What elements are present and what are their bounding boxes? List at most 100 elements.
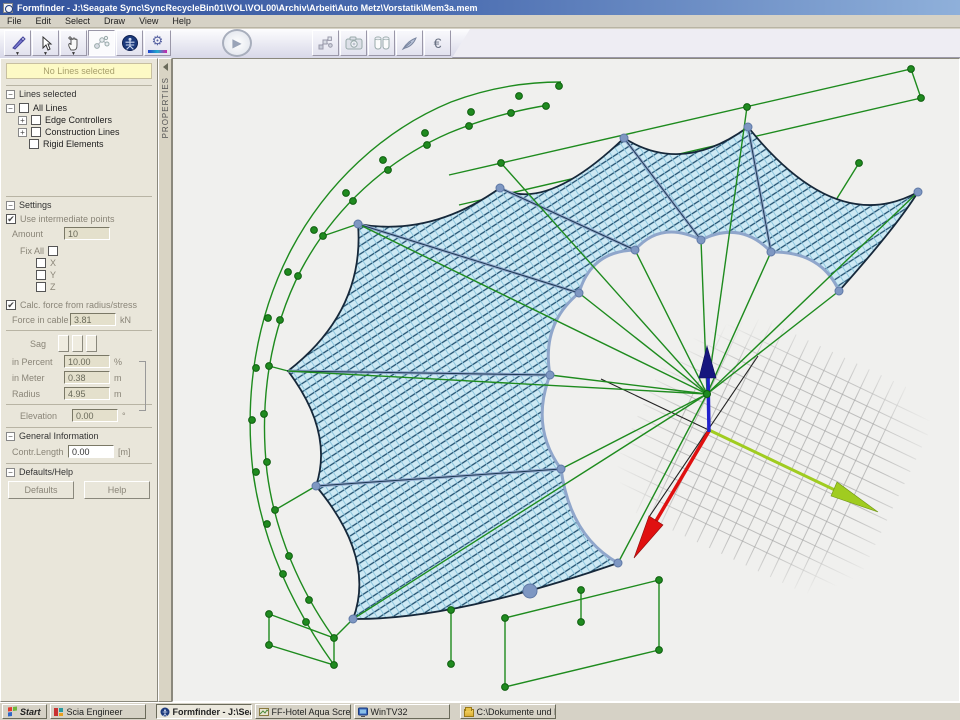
tree-item-all-lines[interactable]: All Lines: [33, 103, 67, 113]
collapse-panel-icon[interactable]: [163, 63, 168, 71]
pan-tool-button[interactable]: ▼: [60, 30, 87, 56]
node-network-button[interactable]: [312, 30, 339, 56]
help-button[interactable]: Help: [84, 481, 150, 499]
force-in-cable-label: Force in cable: [12, 315, 70, 325]
fix-y-checkbox[interactable]: [36, 270, 46, 280]
in-percent-label: in Percent: [12, 357, 64, 367]
general-information-title: General Information: [19, 431, 99, 441]
taskbar-item-ff-hotel[interactable]: FF-Hotel Aqua Screensh...: [255, 704, 351, 719]
elevation-unit: °: [122, 411, 126, 421]
formfinder-man-button[interactable]: [116, 30, 143, 56]
sag-label: Sag: [30, 339, 58, 349]
meter-unit: m: [114, 373, 122, 383]
construction-lines-checkbox[interactable]: [31, 127, 41, 137]
start-button[interactable]: Start: [2, 704, 47, 719]
nodes-icon: [317, 35, 334, 51]
windows-logo-icon: [8, 707, 17, 717]
app-icon: [3, 3, 13, 13]
all-lines-checkbox[interactable]: [19, 103, 29, 113]
in-meter-field[interactable]: [64, 371, 110, 384]
formfind-network-button[interactable]: [88, 30, 115, 56]
dropdown-arrow-icon[interactable]: ▼: [71, 52, 76, 56]
hub-node: [704, 391, 711, 398]
sag-toggle-buttons[interactable]: [58, 335, 97, 352]
menu-file[interactable]: File: [0, 15, 29, 27]
section-general-information: − General Information Contr.Length [m]: [6, 427, 152, 458]
section-settings: − Settings ✔ Use intermediate points Amo…: [6, 196, 152, 422]
x-axis-arrowhead-icon: [634, 516, 663, 558]
collapse-box-icon[interactable]: −: [6, 90, 15, 99]
calc-force-checkbox[interactable]: ✔: [6, 300, 16, 310]
menu-draw[interactable]: Draw: [97, 15, 132, 27]
tree-item-rigid-elements[interactable]: Rigid Elements: [43, 139, 104, 149]
amount-label: Amount: [12, 229, 64, 239]
defaults-button[interactable]: Defaults: [8, 481, 74, 499]
in-percent-field[interactable]: [64, 355, 110, 368]
arc-endcap-quad: [269, 614, 334, 665]
menu-select[interactable]: Select: [58, 15, 97, 27]
in-meter-label: in Meter: [12, 373, 64, 383]
menu-help[interactable]: Help: [165, 15, 198, 27]
collapse-box-icon[interactable]: −: [6, 468, 15, 477]
menu-view[interactable]: View: [132, 15, 165, 27]
folder-icon: [464, 709, 474, 717]
run-play-button[interactable]: ▶: [222, 29, 252, 57]
spools-icon: [373, 35, 391, 51]
fix-x-checkbox[interactable]: [36, 258, 46, 268]
pencil-tool-button[interactable]: ▼: [4, 30, 31, 56]
menu-edit[interactable]: Edit: [29, 15, 59, 27]
fix-z-checkbox[interactable]: [36, 282, 46, 292]
fix-all-label: Fix All: [20, 246, 44, 256]
content-area: No Lines selected − Lines selected − All…: [0, 58, 960, 702]
start-label: Start: [20, 707, 41, 717]
material-spools-button[interactable]: [368, 30, 395, 56]
section-defaults-help: − Defaults/Help Defaults Help: [6, 463, 152, 499]
elevation-field[interactable]: [72, 409, 118, 422]
membrane-panel: [748, 127, 918, 291]
use-intermediate-points-checkbox[interactable]: ✔: [6, 214, 16, 224]
euro-icon: €: [434, 35, 442, 51]
tree-item-edge-controllers[interactable]: Edge Controllers: [45, 115, 112, 125]
wintv-icon: [358, 707, 368, 717]
use-intermediate-points-label: Use intermediate points: [20, 214, 115, 224]
tree-expander-icon[interactable]: +: [18, 128, 27, 137]
fix-x-label: X: [50, 258, 56, 268]
properties-tab[interactable]: PROPERTIES: [158, 58, 172, 702]
app-window: Formfinder - J:\Seagate Sync\SyncRecycle…: [0, 0, 960, 720]
tree-item-construction-lines[interactable]: Construction Lines: [45, 127, 120, 137]
camera-icon: [345, 36, 363, 50]
force-in-cable-field[interactable]: [70, 313, 116, 326]
pen-feather-button[interactable]: [396, 30, 423, 56]
cost-euro-button[interactable]: €: [424, 30, 451, 56]
taskbar-item-scia[interactable]: Scia Engineer: [50, 704, 146, 719]
collapse-box-icon[interactable]: −: [6, 432, 15, 441]
contr-length-field[interactable]: [68, 445, 114, 458]
edge-controllers-checkbox[interactable]: [31, 115, 41, 125]
amount-field[interactable]: [64, 227, 110, 240]
tree-expander-icon[interactable]: −: [6, 104, 15, 113]
model-viewport[interactable]: [172, 58, 960, 702]
dropdown-arrow-icon[interactable]: ▼: [15, 52, 20, 56]
titlebar[interactable]: Formfinder - J:\Seagate Sync\SyncRecycle…: [0, 0, 960, 15]
taskbar-item-formfinder[interactable]: Formfinder - J:\Seaga...: [156, 704, 252, 719]
free-point-marker[interactable]: [523, 584, 537, 598]
vitruvian-man-icon: [121, 34, 139, 52]
taskbar-item-explorer[interactable]: C:\Dokumente und Einst...: [460, 704, 556, 719]
axis-triad: [634, 346, 878, 558]
defaults-help-title: Defaults/Help: [19, 467, 73, 477]
tree-expander-icon[interactable]: +: [18, 116, 27, 125]
radius-field[interactable]: [64, 387, 110, 400]
fix-all-checkbox[interactable]: [48, 246, 58, 256]
select-tool-button[interactable]: ▼: [32, 30, 59, 56]
window-title: Formfinder - J:\Seagate Sync\SyncRecycle…: [17, 3, 477, 13]
contr-length-unit: [m]: [118, 447, 131, 457]
dropdown-arrow-icon[interactable]: ▼: [43, 52, 48, 56]
sag-bracket: [139, 361, 146, 411]
taskbar-item-wintv[interactable]: WinTV32: [354, 704, 450, 719]
settings-gear-button[interactable]: ⚙: [144, 30, 171, 56]
collapse-box-icon[interactable]: −: [6, 201, 15, 210]
membrane-scene[interactable]: [173, 59, 960, 702]
rigid-elements-checkbox[interactable]: [29, 139, 39, 149]
ground-grid: [608, 306, 933, 595]
snapshot-button[interactable]: [340, 30, 367, 56]
